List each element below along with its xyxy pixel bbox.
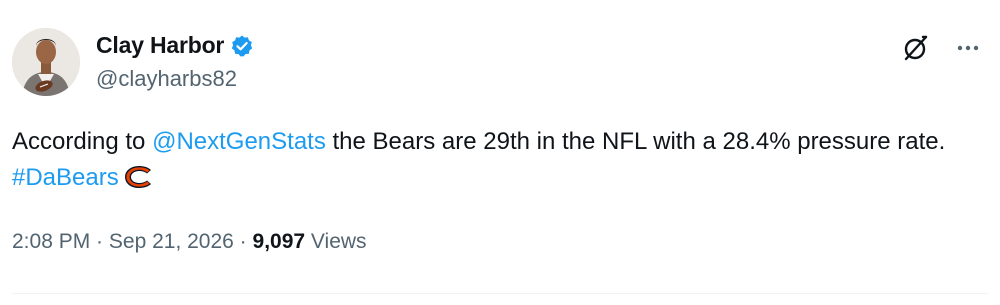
more-options-icon[interactable] bbox=[952, 32, 984, 64]
views-label: Views bbox=[305, 230, 367, 253]
avatar[interactable] bbox=[12, 28, 80, 96]
tweet-text-main: the Bears are 29th in the NFL with a 28.… bbox=[325, 128, 946, 155]
author-handle[interactable]: @clayharbs82 bbox=[96, 66, 237, 92]
avatar-image bbox=[12, 28, 80, 96]
tweet-card: Clay Harbor @clayharbs82 According to @N bbox=[0, 0, 1000, 305]
tweet-text: According to @NextGenStats the Bears are… bbox=[12, 124, 982, 196]
chicago-bears-logo-icon[interactable] bbox=[123, 164, 155, 188]
verified-badge-icon[interactable] bbox=[230, 34, 254, 58]
hashtag-link[interactable]: #DaBears bbox=[12, 164, 119, 191]
meta-separator: · bbox=[233, 230, 253, 253]
author-display-name[interactable]: Clay Harbor bbox=[96, 32, 224, 59]
divider bbox=[12, 293, 988, 294]
views-count[interactable]: 9,097 bbox=[253, 230, 306, 253]
tweet-date[interactable]: Sep 21, 2026 bbox=[109, 230, 234, 253]
mention-link[interactable]: @NextGenStats bbox=[152, 128, 326, 155]
tweet-text-intro: According to bbox=[12, 128, 153, 155]
grok-icon[interactable] bbox=[900, 32, 932, 64]
author-name-row: Clay Harbor bbox=[96, 32, 254, 59]
meta-separator: · bbox=[90, 230, 109, 253]
tweet-actions bbox=[900, 32, 984, 64]
tweet-time[interactable]: 2:08 PM bbox=[12, 230, 90, 253]
tweet-meta: 2:08 PM · Sep 21, 2026 · 9,097 Views bbox=[12, 230, 367, 254]
